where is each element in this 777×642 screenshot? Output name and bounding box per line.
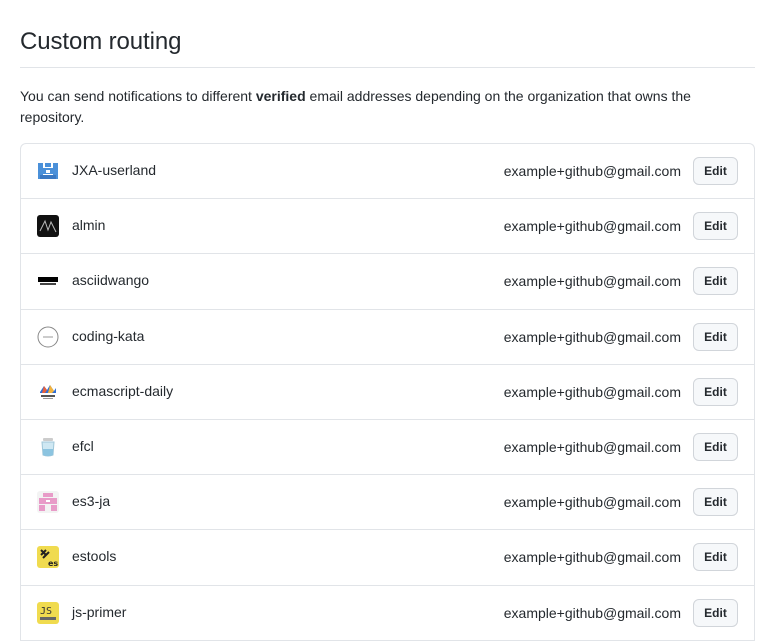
- org-email: example+github@gmail.com: [503, 328, 681, 345]
- routing-row: almin example+github@gmail.com Edit: [21, 199, 754, 255]
- page-title: Custom routing: [20, 28, 182, 55]
- js-primer-logo-icon: JS: [37, 601, 59, 624]
- org-name: es3-ja: [72, 493, 111, 510]
- es3-ja-logo-icon: [37, 491, 59, 514]
- org-name: almin: [72, 217, 106, 234]
- coding-kata-logo-icon: [37, 326, 59, 348]
- routing-row: efcl example+github@gmail.com Edit: [21, 420, 754, 476]
- org-name: estools: [72, 548, 117, 565]
- org-name: ecmascript-daily: [72, 382, 174, 399]
- description-verified: verified: [255, 88, 306, 104]
- org-name: js-primer: [72, 603, 127, 620]
- svg-text:es: es: [48, 559, 58, 568]
- routing-row: JS js-primer example+github@gmail.com Ed…: [21, 586, 754, 641]
- svg-text:JS: JS: [40, 606, 52, 617]
- routing-row: coding-kata example+github@gmail.com Edi…: [21, 310, 754, 365]
- org-email: example+github@gmail.com: [503, 549, 681, 566]
- org-email: example+github@gmail.com: [503, 604, 681, 621]
- edit-button[interactable]: Edit: [693, 157, 738, 185]
- org-name: efcl: [72, 437, 94, 454]
- es-daily-logo-icon: [37, 380, 59, 403]
- org-email: example+github@gmail.com: [503, 494, 681, 511]
- almin-logo-icon: [37, 215, 59, 238]
- description-prefix: You can send notifications to different: [20, 88, 256, 104]
- routing-list: JXA-userland example+github@gmail.com Ed…: [20, 143, 755, 641]
- ascii-logo-icon: [37, 270, 59, 293]
- org-email: example+github@gmail.com: [503, 273, 681, 290]
- routing-row: ecmascript-daily example+github@gmail.co…: [21, 365, 754, 420]
- org-email: example+github@gmail.com: [503, 163, 681, 179]
- org-name: coding-kata: [72, 327, 145, 344]
- edit-button[interactable]: Edit: [693, 322, 738, 351]
- org-name: JXA-userland: [72, 162, 157, 178]
- routing-row: es3-ja example+github@gmail.com Edit: [21, 475, 754, 531]
- routing-row: asciidwango example+github@gmail.com Edi…: [21, 254, 754, 310]
- org-email: example+github@gmail.com: [503, 383, 681, 400]
- estools-logo-icon: es: [37, 546, 59, 569]
- org-name: asciidwango: [72, 272, 150, 289]
- edit-button[interactable]: Edit: [693, 488, 738, 517]
- edit-button[interactable]: Edit: [693, 432, 738, 461]
- org-email: example+github@gmail.com: [503, 438, 681, 455]
- edit-button[interactable]: Edit: [693, 377, 738, 406]
- title-divider: [20, 67, 755, 68]
- efcl-logo-icon: [37, 435, 59, 458]
- org-email: example+github@gmail.com: [503, 218, 681, 235]
- edit-button[interactable]: Edit: [693, 267, 738, 296]
- jxa-userland-logo-icon: [37, 160, 59, 182]
- routing-row: JXA-userland example+github@gmail.com Ed…: [21, 144, 754, 200]
- edit-button[interactable]: Edit: [693, 598, 738, 627]
- routing-row: es estools example+github@gmail.com Edit: [21, 530, 754, 586]
- routing-description: You can send notifications to different …: [20, 86, 755, 128]
- edit-button[interactable]: Edit: [693, 543, 738, 572]
- edit-button[interactable]: Edit: [693, 212, 738, 241]
